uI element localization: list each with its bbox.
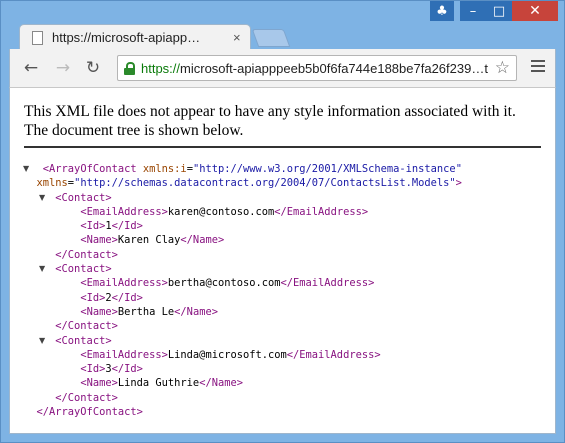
xml-email-line: <EmailAddress>bertha@contoso.com</EmailA… — [24, 276, 555, 290]
maximize-button[interactable]: □ — [486, 1, 512, 21]
url-scheme: https:// — [141, 60, 181, 76]
new-tab-button[interactable] — [251, 29, 291, 47]
tab-title: https://microsoft-apiapp… — [52, 30, 201, 45]
tab-active[interactable]: https://microsoft-apiapp… × — [19, 24, 251, 50]
contact-email: Linda@microsoft.com — [167, 348, 287, 361]
xml-contact-close: </Contact> — [24, 248, 555, 262]
xml-name-line: <Name>Karen Clay</Name> — [24, 233, 555, 247]
xml-root-line-2: xmlns="http://schemas.datacontract.org/2… — [36, 177, 462, 190]
collapse-triangle-icon[interactable]: ▼ — [39, 262, 45, 276]
browser-window: ♣ – □ ✕ https://microsoft-apiapp… × ← → … — [0, 0, 565, 443]
xml-tag: <Contact> — [55, 334, 112, 347]
contact-email: bertha@contoso.com — [167, 277, 281, 290]
xml-tag: <Contact> — [55, 263, 112, 276]
bookmark-star-icon[interactable]: ☆ — [495, 58, 510, 78]
xml-tag: </EmailAddress> — [280, 277, 375, 290]
address-bar[interactable]: https://microsoft-apiapppeeb5b0f6fa744e1… — [117, 55, 517, 81]
contact-name: Linda Guthrie — [117, 377, 200, 390]
xml-tag: <EmailAddress> — [80, 348, 168, 361]
xml-attr-value: "http://www.w3.org/2001/XMLSchema-instan… — [192, 163, 462, 175]
back-button[interactable]: ← — [20, 57, 42, 79]
close-window-button[interactable]: ✕ — [512, 1, 558, 21]
xml-name-line: <Name>Linda Guthrie</Name> — [24, 376, 555, 390]
xml-tag: <ArrayOfContact — [42, 163, 137, 175]
xml-attr-name: xmlns — [36, 177, 68, 190]
xml-tag: </EmailAddress> — [274, 205, 369, 218]
xml-contact-close: </Contact> — [24, 391, 555, 405]
collapse-triangle-icon[interactable]: ▼ — [39, 334, 45, 348]
xml-tree: ▼ <ArrayOfContact xmlns:i="http://www.w3… — [23, 162, 555, 419]
lock-icon — [124, 61, 135, 75]
xml-contact-open: ▼ <Contact> — [24, 334, 555, 348]
xml-tag: </Contact> — [55, 248, 118, 261]
xml-id-line: <Id>2</Id> — [24, 291, 555, 305]
xml-email-line: <EmailAddress>Linda@microsoft.com</Email… — [24, 348, 555, 362]
collapse-triangle-icon[interactable]: ▼ — [39, 191, 45, 205]
xml-tag: </Contact> — [55, 320, 118, 333]
xml-tag: <Name> — [80, 305, 118, 318]
forward-arrow-icon: → — [55, 58, 71, 78]
xml-tag: <EmailAddress> — [80, 277, 168, 290]
xml-tag: <Id> — [80, 291, 106, 304]
xml-root-close: </ArrayOfContact> — [24, 405, 555, 419]
xml-tag: </Contact> — [55, 391, 118, 404]
page-icon — [32, 30, 43, 45]
user-icon: ♣ — [436, 3, 448, 19]
maximize-icon: □ — [492, 3, 506, 19]
user-profile-button[interactable]: ♣ — [430, 1, 454, 21]
xml-email-line: <EmailAddress>karen@contoso.com</EmailAd… — [24, 205, 555, 219]
xml-tag: <Name> — [80, 234, 118, 247]
contact-email: karen@contoso.com — [167, 205, 275, 218]
collapse-triangle-icon[interactable]: ▼ — [23, 162, 29, 176]
xml-tag: <Name> — [80, 377, 118, 390]
xml-tag: </Id> — [111, 220, 143, 233]
page-content: This XML file does not appear to have an… — [9, 87, 556, 434]
reload-button[interactable]: ↻ — [82, 57, 104, 79]
window-controls: ♣ – □ ✕ — [430, 1, 558, 21]
minimize-icon: – — [469, 3, 477, 19]
xml-contact-open: ▼ <Contact> — [24, 262, 555, 276]
menu-icon[interactable] — [531, 60, 545, 75]
xml-info-text: This XML file does not appear to have an… — [24, 102, 541, 148]
xml-root-line: ▼ <ArrayOfContact xmlns:i="http://www.w3… — [23, 162, 462, 176]
xml-attr-value: "http://schemas.datacontract.org/2004/07… — [74, 177, 456, 190]
tab-strip: https://microsoft-apiapp… × — [9, 21, 556, 50]
minimize-button[interactable]: – — [460, 1, 486, 21]
contact-name: Bertha Le — [117, 305, 175, 318]
xml-tag: </Name> — [180, 234, 225, 247]
xml-tag: </Id> — [111, 291, 143, 304]
xml-tag: </Name> — [174, 305, 218, 318]
xml-tag: <Contact> — [55, 191, 112, 204]
xml-contact-close: </Contact> — [24, 319, 555, 333]
xml-id-line: <Id>3</Id> — [24, 362, 555, 376]
xml-attr-name: xmlns:i — [142, 163, 187, 175]
xml-name-line: <Name>Bertha Le</Name> — [24, 305, 555, 319]
url-text: microsoft-apiapppeeb5b0f6fa744e188be7fa2… — [180, 60, 488, 76]
forward-button[interactable]: → — [52, 57, 74, 79]
contact-name: Karen Clay — [117, 234, 181, 247]
tab-close-icon[interactable]: × — [233, 30, 241, 45]
back-arrow-icon: ← — [23, 58, 39, 78]
xml-tag: <Id> — [80, 363, 106, 376]
close-icon: ✕ — [529, 3, 541, 19]
xml-tag: <Id> — [80, 220, 106, 233]
xml-contact-open: ▼ <Contact> — [24, 191, 555, 205]
xml-tag: </ArrayOfContact> — [36, 406, 143, 419]
xml-id-line: <Id>1</Id> — [24, 219, 555, 233]
xml-tag: </EmailAddress> — [286, 348, 381, 361]
xml-tag: </Name> — [199, 377, 243, 390]
reload-icon: ↻ — [85, 58, 101, 78]
xml-tag: </Id> — [111, 363, 143, 376]
xml-tag: <EmailAddress> — [80, 205, 168, 218]
browser-toolbar: ← → ↻ https://microsoft-apiapppeeb5b0f6f… — [9, 49, 556, 87]
